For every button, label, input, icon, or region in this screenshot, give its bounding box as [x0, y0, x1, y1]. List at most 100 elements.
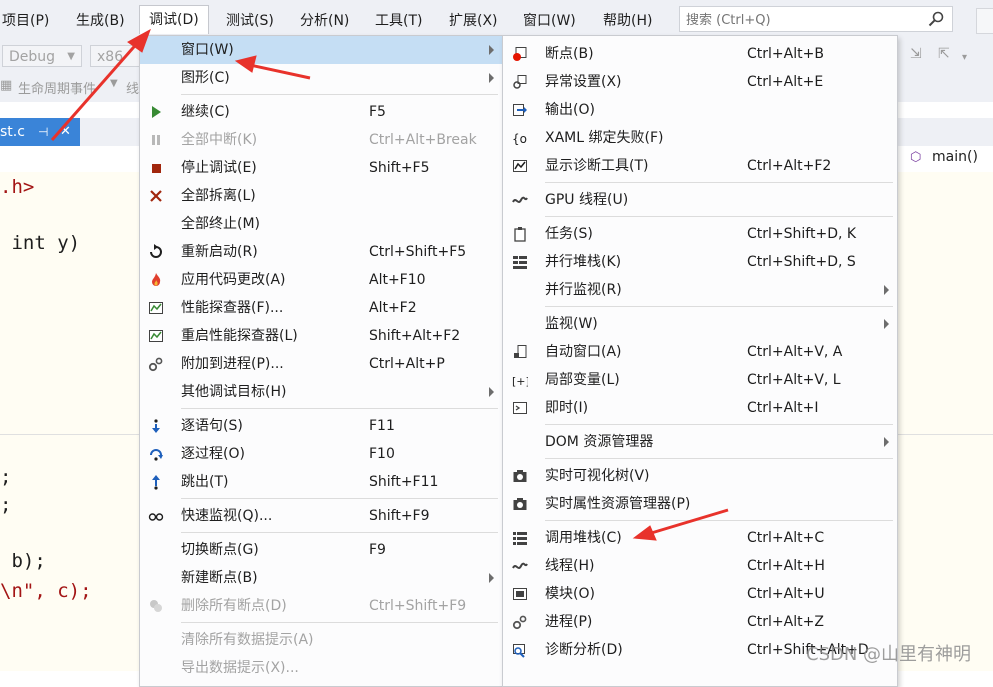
chevron-right-icon [489, 73, 494, 83]
gears-icon [148, 356, 164, 372]
window-menu-item[interactable]: DOM 资源管理器 [503, 428, 897, 456]
debug-menu-item[interactable]: 性能探查器(F)... Alt+F2 [140, 294, 502, 322]
debug-menu-item[interactable]: 其他调试目标(H) [140, 378, 502, 406]
debug-menu-item-label: 逐过程(O) [181, 446, 245, 462]
pin-icon[interactable]: ⊣ [38, 118, 48, 146]
debug-menu-item[interactable]: 附加到进程(P)... Ctrl+Alt+P [140, 350, 502, 378]
window-menu-item[interactable]: 实时属性资源管理器(P) [503, 490, 897, 518]
lifecycle-dropdown-icon[interactable]: ▼ [110, 78, 118, 89]
window-menu-item-label: GPU 线程(U) [545, 192, 629, 208]
menu-separator [181, 408, 498, 409]
debug-menu-item-label: 继续(C) [181, 104, 230, 120]
window-menu-item[interactable]: 并行监视(R) [503, 276, 897, 304]
debug-menu-item[interactable]: 重启性能探查器(L) Shift+Alt+F2 [140, 322, 502, 350]
menu-analyze[interactable]: 分析(N) [300, 11, 349, 31]
debug-menu-item[interactable]: 停止调试(E) Shift+F5 [140, 154, 502, 182]
window-menu-item-label: 调用堆栈(C) [545, 530, 622, 546]
step-into-icon [148, 418, 164, 434]
window-menu-item-shortcut: Ctrl+Alt+U [747, 586, 825, 602]
chevron-right-icon [884, 319, 889, 329]
toolbar-overflow-icon[interactable]: ▾ [962, 52, 967, 63]
debug-menu-item-label: 全部中断(K) [181, 132, 258, 148]
debug-menu-item-label: 重新启动(R) [181, 244, 258, 260]
window-menu-item[interactable]: 调用堆栈(C) Ctrl+Alt+C [503, 524, 897, 552]
window-menu-item[interactable]: 监视(W) [503, 310, 897, 338]
menu-window[interactable]: 窗口(W) [523, 11, 576, 31]
debug-menu-item[interactable]: 逐过程(O) F10 [140, 440, 502, 468]
window-menu-item[interactable]: 自动窗口(A) Ctrl+Alt+V, A [503, 338, 897, 366]
debug-menu-item-label: 全部终止(M) [181, 216, 261, 232]
window-submenu: 断点(B) Ctrl+Alt+B 异常设置(X) Ctrl+Alt+E 输出(O) {o}… [502, 35, 898, 687]
lifecycle-events[interactable]: 生命周期事件 [18, 78, 96, 97]
menu-tools[interactable]: 工具(T) [375, 11, 422, 31]
window-menu-item[interactable]: 显示诊断工具(T) Ctrl+Alt+F2 [503, 152, 897, 180]
code-line: b); [0, 550, 46, 572]
debug-menu-item[interactable]: 继续(C) F5 [140, 98, 502, 126]
debug-menu-item-shortcut: Ctrl+Shift+F9 [369, 598, 467, 614]
config-dropdown[interactable]: Debug ▼ [2, 45, 82, 67]
menu-project[interactable]: 项目(P) [2, 11, 49, 31]
chevron-right-icon [489, 45, 494, 55]
debug-menu-item-shortcut: Shift+F5 [369, 160, 430, 176]
gpu-threads-icon [512, 192, 528, 208]
svg-text:[+]: [+] [512, 375, 528, 388]
window-menu-item[interactable]: [+] 局部变量(L) Ctrl+Alt+V, L [503, 366, 897, 394]
unpin-toolbar-icon[interactable]: ⇱ [938, 46, 950, 62]
window-menu-item[interactable]: GPU 线程(U) [503, 186, 897, 214]
window-menu-item-shortcut: Ctrl+Shift+D, K [747, 226, 857, 242]
menu-separator [181, 532, 498, 533]
window-menu-item[interactable]: 任务(S) Ctrl+Shift+D, K [503, 220, 897, 248]
search-icon[interactable] [928, 11, 944, 27]
detach-x-icon [148, 188, 164, 204]
debug-menu-item-shortcut: Shift+F9 [369, 508, 430, 524]
debug-menu-item-shortcut: F9 [369, 542, 386, 558]
debug-menu-item[interactable]: 快速监视(Q)... Shift+F9 [140, 502, 502, 530]
menu-separator [545, 182, 893, 183]
pin-toolbar-icon[interactable]: ⇲ [910, 46, 922, 62]
debug-menu-item[interactable]: 全部拆离(L) [140, 182, 502, 210]
function-dropdown[interactable]: main() [932, 149, 978, 165]
debug-menu-item[interactable]: 应用代码更改(A) Alt+F10 [140, 266, 502, 294]
window-menu-item[interactable]: 即时(I) Ctrl+Alt+I [503, 394, 897, 422]
window-menu-item[interactable]: 并行堆栈(K) Ctrl+Shift+D, S [503, 248, 897, 276]
debug-menu-item[interactable]: 重新启动(R) Ctrl+Shift+F5 [140, 238, 502, 266]
chevron-right-icon [489, 387, 494, 397]
debug-menu-item[interactable]: 跳出(T) Shift+F11 [140, 468, 502, 496]
debug-menu-item[interactable]: 全部终止(M) [140, 210, 502, 238]
menu-help[interactable]: 帮助(H) [603, 11, 652, 31]
menu-extensions[interactable]: 扩展(X) [449, 11, 498, 31]
code-line: int y) [0, 232, 81, 254]
code-line: ; [0, 466, 12, 488]
tab-title: st.c [0, 124, 25, 140]
tab-test-c[interactable]: st.c ⊣ ✕ [0, 118, 80, 146]
search-input[interactable] [680, 7, 928, 33]
debug-menu-item[interactable]: 图形(C) [140, 64, 502, 92]
window-menu-item[interactable]: 线程(H) Ctrl+Alt+H [503, 552, 897, 580]
debug-menu-item-label: 逐语句(S) [181, 418, 243, 434]
menu-debug[interactable]: 调试(D) [139, 5, 209, 34]
debug-menu-item-label: 窗口(W) [181, 42, 234, 58]
debug-menu-item[interactable]: 新建断点(B) [140, 564, 502, 592]
debug-menu-item[interactable]: 切换断点(G) F9 [140, 536, 502, 564]
window-menu-item[interactable]: 输出(O) [503, 96, 897, 124]
call-stack-icon [512, 530, 528, 546]
profiler-icon [148, 328, 164, 344]
debug-menu-item[interactable]: 逐语句(S) F11 [140, 412, 502, 440]
play-icon [148, 104, 164, 120]
debug-menu-item[interactable]: 窗口(W) [140, 36, 502, 64]
close-icon[interactable]: ✕ [60, 118, 71, 146]
window-menu-item[interactable]: 断点(B) Ctrl+Alt+B [503, 40, 897, 68]
window-menu-item-shortcut: Ctrl+Alt+I [747, 400, 819, 416]
window-menu-item[interactable]: 实时可视化树(V) [503, 462, 897, 490]
window-menu-item[interactable]: 异常设置(X) Ctrl+Alt+E [503, 68, 897, 96]
window-menu-item[interactable]: {o} XAML 绑定失败(F) [503, 124, 897, 152]
search-box[interactable] [679, 6, 953, 33]
debug-menu-item-label: 附加到进程(P)... [181, 356, 284, 372]
platform-dropdown[interactable]: x86 [90, 45, 140, 67]
window-menu-item-label: 诊断分析(D) [545, 642, 623, 658]
menu-test[interactable]: 测试(S) [226, 11, 274, 31]
menu-build[interactable]: 生成(B) [76, 11, 125, 31]
live-share-button[interactable] [976, 8, 993, 34]
window-menu-item[interactable]: 进程(P) Ctrl+Alt+Z [503, 608, 897, 636]
window-menu-item[interactable]: 模块(O) Ctrl+Alt+U [503, 580, 897, 608]
